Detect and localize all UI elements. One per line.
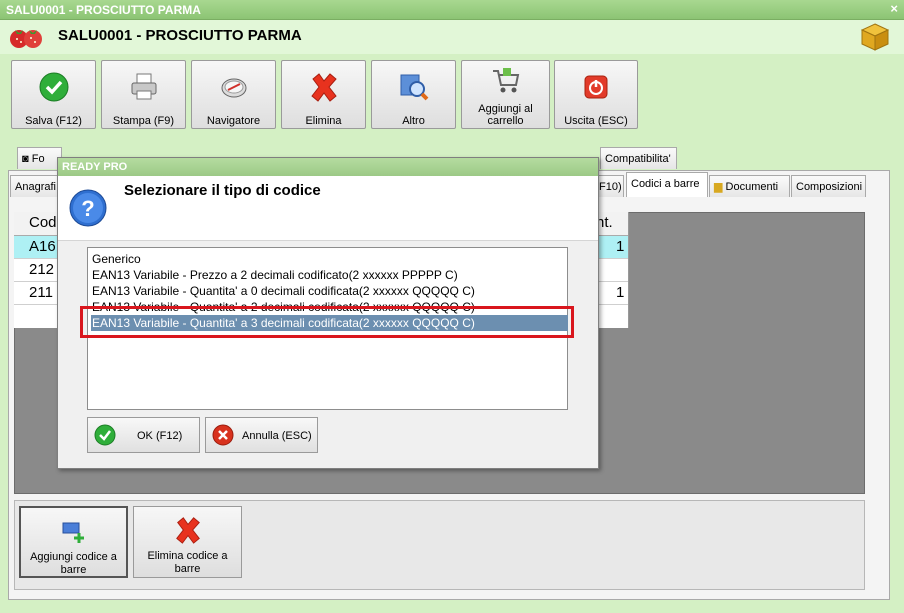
row-qty: 1 <box>616 284 625 301</box>
row-code: A16 <box>29 238 56 255</box>
check-icon <box>39 72 68 102</box>
window-close-button[interactable]: × <box>890 1 898 16</box>
add-to-cart-button[interactable]: Aggiungi al carrello <box>461 60 550 129</box>
ok-button[interactable]: OK (F12) <box>87 417 200 453</box>
tab-documents-label: Documenti <box>725 181 779 193</box>
add-barcode-button[interactable]: Aggiungi codice a barre <box>19 506 128 578</box>
row-code: 211 <box>29 284 53 301</box>
list-item[interactable]: EAN13 Variabile - Quantita' a 0 decimali… <box>91 283 568 299</box>
delete-label: Elimina <box>305 115 342 127</box>
tab-barcodes[interactable]: Codici a barre <box>626 172 708 197</box>
other-button[interactable]: Altro <box>371 60 456 129</box>
navigator-label: Navigatore <box>206 115 261 127</box>
navigator-button[interactable]: Navigatore <box>191 60 276 129</box>
cart-icon <box>492 68 519 93</box>
other-label: Altro <box>402 115 425 127</box>
delete-barcode-label: Elimina codice a barre <box>147 550 228 575</box>
add-barcode-label: Aggiungi codice a barre <box>30 551 117 576</box>
camera-icon: ◙ <box>22 153 29 165</box>
magnifier-icon <box>400 74 428 101</box>
red-x-icon <box>175 517 200 544</box>
tab-anagrafica-label: Anagrafi <box>15 181 56 193</box>
tab-documents[interactable]: ▆ Documenti <box>709 175 790 197</box>
printer-icon <box>131 73 156 100</box>
tab-barcodes-label: Codici a barre <box>631 178 700 190</box>
save-label: Salva (F12) <box>25 115 82 127</box>
window-title: SALU0001 - PROSCIUTTO PARMA <box>6 3 201 17</box>
tab-compat-label: Compatibilita' <box>605 153 671 165</box>
dialog-title: READY PRO <box>62 161 128 173</box>
tab-compositions-label: Composizioni <box>796 181 863 193</box>
list-item[interactable]: Generico <box>91 251 568 267</box>
exit-button[interactable]: Uscita (ESC) <box>554 60 638 129</box>
cancel-icon <box>212 424 234 446</box>
strawberry-icon <box>10 30 42 48</box>
compass-icon <box>221 78 246 98</box>
tab-fo[interactable]: ◙ Fo <box>17 147 62 169</box>
svg-text:?: ? <box>81 196 94 221</box>
dialog-message: Selezionare il tipo di codice <box>124 182 321 199</box>
tab-fo-label: Fo <box>31 153 45 165</box>
cancel-label: Annulla (ESC) <box>242 430 312 442</box>
ok-label: OK (F12) <box>137 430 183 442</box>
folder-icon: ▆ <box>714 181 723 193</box>
power-icon <box>584 75 608 99</box>
product-name: SALU0001 - PROSCIUTTO PARMA <box>58 27 302 44</box>
check-icon <box>94 424 116 446</box>
window-title-bar: SALU0001 - PROSCIUTTO PARMA × <box>0 0 904 20</box>
save-button[interactable]: Salva (F12) <box>11 60 96 129</box>
grid-header-code: Codi <box>29 214 60 231</box>
exit-label: Uscita (ESC) <box>564 115 628 127</box>
print-button[interactable]: Stampa (F9) <box>101 60 186 129</box>
tab-f10-label: F10) <box>599 181 622 193</box>
add-barcode-icon <box>62 522 84 543</box>
row-code: 212 <box>29 261 55 278</box>
add-to-cart-label: Aggiungi al carrello <box>478 103 533 127</box>
dialog-title-bar: READY PRO <box>58 158 598 176</box>
delete-barcode-button[interactable]: Elimina codice a barre <box>133 506 242 578</box>
selection-highlight-box <box>80 306 574 338</box>
cancel-button[interactable]: Annulla (ESC) <box>205 417 318 453</box>
question-icon: ? <box>69 189 107 227</box>
delete-button[interactable]: Elimina <box>281 60 366 129</box>
print-label: Stampa (F9) <box>112 115 175 127</box>
row-qty: 1 <box>616 238 625 255</box>
box-icon[interactable] <box>860 22 890 52</box>
dialog-header: ? Selezionare il tipo di codice <box>58 176 598 241</box>
tab-compatibility[interactable]: Compatibilita' <box>600 147 677 169</box>
tab-anagrafica[interactable]: Anagrafi <box>10 175 60 197</box>
product-header: SALU0001 - PROSCIUTTO PARMA <box>0 20 904 54</box>
red-x-icon <box>310 73 337 102</box>
list-item[interactable]: EAN13 Variabile - Prezzo a 2 decimali co… <box>91 267 568 283</box>
tab-compositions[interactable]: Composizioni <box>791 175 866 197</box>
